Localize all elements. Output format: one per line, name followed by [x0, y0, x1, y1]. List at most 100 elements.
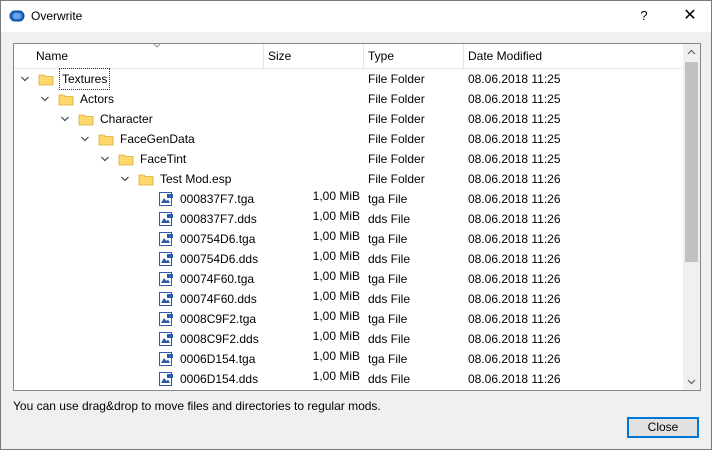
- file-tree[interactable]: Name Size Type Date Modified Textures Fil…: [13, 43, 701, 391]
- scrollbar-thumb[interactable]: [685, 62, 698, 262]
- expand-chevron-icon[interactable]: [120, 174, 130, 184]
- column-size-label: Size: [268, 49, 292, 63]
- row-type: File Folder: [368, 112, 425, 126]
- folder-icon: [78, 114, 94, 126]
- row-name: Textures: [58, 68, 111, 90]
- row-date: 08.06.2018 11:26: [468, 292, 561, 306]
- row-name: 00074F60.tga: [180, 272, 255, 286]
- row-date: 08.06.2018 11:26: [468, 332, 561, 346]
- column-date-label: Date Modified: [468, 49, 543, 63]
- row-type: tga File: [368, 352, 408, 366]
- row-date: 08.06.2018 11:26: [468, 232, 561, 246]
- row-date: 08.06.2018 11:26: [468, 352, 561, 366]
- row-date: 08.06.2018 11:26: [468, 172, 561, 186]
- row-size: [264, 66, 360, 86]
- expand-chevron-icon[interactable]: [20, 74, 30, 84]
- close-window-icon[interactable]: ✕: [675, 4, 705, 28]
- row-name: 000754D6.tga: [180, 232, 256, 246]
- image-file-icon: [159, 292, 173, 306]
- row-size: [264, 166, 360, 186]
- row-date: 08.06.2018 11:26: [468, 212, 561, 226]
- row-size: 1,00 MiB: [312, 209, 360, 223]
- folder-icon: [58, 94, 74, 106]
- image-file-icon: [159, 312, 173, 326]
- help-button[interactable]: ?: [629, 4, 659, 28]
- row-type: File Folder: [368, 92, 425, 106]
- row-size: 1,00 MiB: [312, 369, 360, 383]
- scroll-up-icon[interactable]: [683, 44, 700, 61]
- row-date: 08.06.2018 11:25: [468, 72, 561, 86]
- column-name-label: Name: [36, 49, 69, 63]
- row-size: 1,00 MiB: [312, 269, 360, 283]
- row-size: [264, 86, 360, 106]
- image-file-icon: [159, 232, 173, 246]
- row-date: 08.06.2018 11:25: [468, 92, 561, 106]
- drag-drop-hint: You can use drag&drop to move files and …: [13, 399, 381, 413]
- column-header-type[interactable]: Type: [364, 44, 464, 68]
- row-name: 0006D154.tga: [180, 352, 256, 366]
- row-size: 1,00 MiB: [312, 329, 360, 343]
- image-file-icon: [159, 332, 173, 346]
- column-header-size[interactable]: Size: [264, 44, 364, 68]
- row-date: 08.06.2018 11:25: [468, 152, 561, 166]
- sort-chevron-icon: [153, 44, 161, 48]
- row-name: 000754D6.dds: [180, 252, 259, 266]
- row-type: tga File: [368, 232, 408, 246]
- row-date: 08.06.2018 11:26: [468, 192, 561, 206]
- window-title: Overwrite: [31, 9, 83, 23]
- title-bar: Overwrite ? ✕: [1, 1, 711, 32]
- image-file-icon: [159, 352, 173, 366]
- row-name: 00074F60.dds: [180, 292, 257, 306]
- row-date: 08.06.2018 11:26: [468, 252, 561, 266]
- tree-file-row[interactable]: 0006D154.dds 1,00 MiB dds File 08.06.2018 1…: [14, 369, 682, 389]
- row-type: dds File: [368, 332, 411, 346]
- row-name: FaceGenData: [120, 132, 195, 146]
- row-name: 000837F7.tga: [180, 192, 255, 206]
- expand-chevron-icon[interactable]: [40, 94, 50, 104]
- row-name: 0006D154.dds: [180, 372, 259, 386]
- row-size: 1,00 MiB: [312, 289, 360, 303]
- row-type: tga File: [368, 312, 408, 326]
- row-size: [264, 106, 360, 126]
- row-name: FaceTint: [140, 152, 187, 166]
- image-file-icon: [159, 212, 173, 226]
- row-size: [264, 126, 360, 146]
- row-date: 08.06.2018 11:26: [468, 372, 561, 386]
- column-type-label: Type: [368, 49, 395, 63]
- row-date: 08.06.2018 11:26: [468, 312, 561, 326]
- row-date: 08.06.2018 11:26: [468, 272, 561, 286]
- row-size: [264, 146, 360, 166]
- row-type: File Folder: [368, 132, 425, 146]
- row-size: 1,00 MiB: [312, 189, 360, 203]
- row-size: 1,00 MiB: [312, 309, 360, 323]
- expand-chevron-icon[interactable]: [80, 134, 90, 144]
- folder-icon: [118, 154, 134, 166]
- close-button[interactable]: Close: [627, 417, 699, 438]
- row-name: Actors: [80, 92, 115, 106]
- image-file-icon: [159, 192, 173, 206]
- row-size: 1,00 MiB: [312, 349, 360, 363]
- row-type: dds File: [368, 372, 411, 386]
- column-header-name[interactable]: Name: [32, 44, 264, 68]
- row-type: File Folder: [368, 72, 425, 86]
- folder-icon: [38, 74, 54, 86]
- column-header-date[interactable]: Date Modified: [464, 44, 682, 68]
- app-icon: [9, 10, 25, 22]
- row-type: dds File: [368, 212, 411, 226]
- image-file-icon: [159, 372, 173, 386]
- row-type: File Folder: [368, 152, 425, 166]
- row-type: tga File: [368, 192, 408, 206]
- vertical-scrollbar[interactable]: [683, 44, 700, 390]
- row-type: File Folder: [368, 172, 425, 186]
- image-file-icon: [159, 252, 173, 266]
- row-name: Character: [100, 112, 153, 126]
- row-name: 0008C9F2.tga: [180, 312, 257, 326]
- folder-icon: [138, 174, 154, 186]
- expand-chevron-icon[interactable]: [100, 154, 110, 164]
- row-date: 08.06.2018 11:25: [468, 112, 561, 126]
- expand-chevron-icon[interactable]: [60, 114, 70, 124]
- row-name: 000837F7.dds: [180, 212, 257, 226]
- row-type: tga File: [368, 272, 408, 286]
- row-size: 1,00 MiB: [312, 229, 360, 243]
- scroll-down-icon[interactable]: [683, 373, 700, 390]
